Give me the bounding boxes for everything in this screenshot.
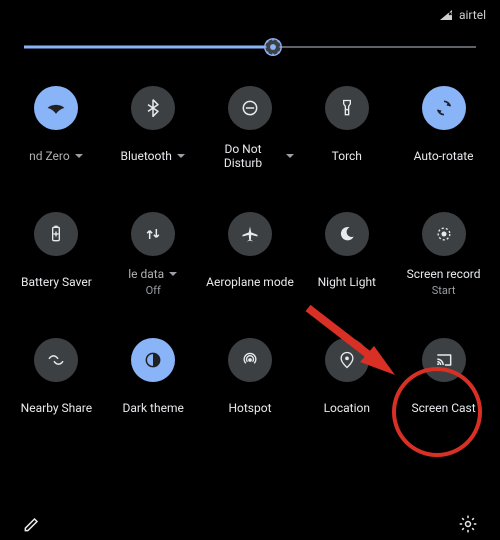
data-icon (131, 212, 175, 256)
tile-screen-record[interactable]: Screen record Start (395, 212, 492, 298)
tile-label: le data (128, 267, 164, 281)
tile-label: Nearby Share (21, 401, 92, 415)
brightness-track-fill (24, 46, 273, 49)
edit-icon[interactable] (22, 514, 42, 534)
brightness-thumb[interactable] (262, 36, 284, 58)
tile-label: Battery Saver (21, 275, 92, 289)
battery-icon (34, 212, 78, 256)
tile-autorotate[interactable]: Auto-rotate (395, 86, 492, 172)
torch-icon (325, 86, 369, 130)
tile-sublabel: Off (146, 284, 161, 297)
brightness-slider[interactable] (24, 42, 476, 52)
record-icon (422, 212, 466, 256)
tile-label: Screen record (407, 267, 481, 281)
tile-label: Bluetooth (120, 149, 171, 163)
chevron-down-icon[interactable] (168, 269, 178, 279)
tile-label: Location (324, 401, 370, 415)
dnd-icon (228, 86, 272, 130)
tile-label: Screen Cast (412, 401, 476, 415)
aeroplane-icon (228, 212, 272, 256)
tile-label: Torch (332, 149, 362, 163)
hotspot-icon (228, 338, 272, 382)
tile-nearby-share[interactable]: Nearby Share (8, 338, 105, 424)
tile-dnd[interactable]: Do Not Disturb (202, 86, 299, 172)
chevron-down-icon[interactable] (176, 151, 186, 161)
moon-icon (325, 212, 369, 256)
status-bar: airtel (0, 0, 500, 26)
tile-sublabel: Start (432, 284, 456, 297)
tile-label: Dark theme (123, 401, 184, 415)
dark-theme-icon (131, 338, 175, 382)
tile-mobile-data[interactable]: le data Off (105, 212, 202, 298)
tile-label: Auto-rotate (414, 149, 474, 163)
quick-settings-grid: nd Zero Bluetooth Do Not Disturb Torch (0, 78, 500, 436)
tile-wifi[interactable]: nd Zero (8, 86, 105, 172)
tile-night-light[interactable]: Night Light (298, 212, 395, 298)
tile-hotspot[interactable]: Hotspot (202, 338, 299, 424)
tile-label: Night Light (318, 275, 376, 289)
location-icon (325, 338, 369, 382)
tile-dark-theme[interactable]: Dark theme (105, 338, 202, 424)
tile-aeroplane[interactable]: Aeroplane mode (202, 212, 299, 298)
tile-bluetooth[interactable]: Bluetooth (105, 86, 202, 172)
chevron-down-icon[interactable] (285, 151, 295, 161)
chevron-down-icon[interactable] (74, 151, 84, 161)
signal-icon (439, 9, 453, 21)
bluetooth-icon (131, 86, 175, 130)
autorotate-icon (422, 86, 466, 130)
tile-label: nd Zero (29, 149, 70, 163)
gear-icon[interactable] (458, 514, 478, 534)
nearby-share-icon (34, 338, 78, 382)
wifi-icon (34, 86, 78, 130)
tile-label: Do Not Disturb (205, 142, 281, 171)
tile-screen-cast[interactable]: Screen Cast (395, 338, 492, 424)
tile-torch[interactable]: Torch (298, 86, 395, 172)
bottom-bar (0, 514, 500, 534)
tile-battery-saver[interactable]: Battery Saver (8, 212, 105, 298)
tile-label: Hotspot (228, 401, 271, 415)
tile-label: Aeroplane mode (206, 275, 294, 289)
tile-location[interactable]: Location (298, 338, 395, 424)
carrier-label: airtel (459, 8, 486, 22)
cast-icon (422, 338, 466, 382)
